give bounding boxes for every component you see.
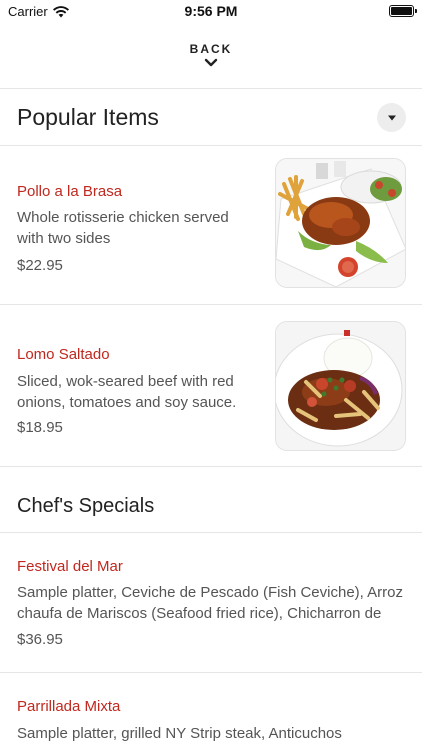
divider <box>0 466 422 467</box>
chicken-dish-image <box>276 159 405 287</box>
back-button[interactable]: BACK <box>0 42 422 68</box>
menu-item-parrillada-mixta[interactable]: Parrillada Mixta Sample platter, grilled… <box>0 673 422 750</box>
section-collapse-button[interactable] <box>377 103 406 132</box>
chevron-down-icon <box>204 58 218 67</box>
item-name: Pollo a la Brasa <box>17 183 123 200</box>
section-title-popular-items: Popular Items <box>17 104 159 130</box>
status-bar: Carrier 9:56 PM <box>0 0 422 24</box>
item-photo-lomo-saltado <box>275 321 406 451</box>
status-time: 9:56 PM <box>184 3 238 19</box>
battery-icon <box>389 5 417 17</box>
menu-item-lomo-saltado[interactable]: Lomo Saltado Sliced, wok-seared beef wit… <box>0 305 422 466</box>
caret-down-icon <box>387 115 396 120</box>
item-name: Festival del Mar <box>17 558 123 575</box>
item-description: Whole rotisserie chicken served with two… <box>17 209 229 247</box>
battery-level <box>391 7 412 15</box>
item-photo-chicken <box>275 158 406 288</box>
battery-cap <box>415 9 417 13</box>
divider <box>0 88 422 89</box>
menu-item-festival-del-mar[interactable]: Festival del Mar Sample platter, Ceviche… <box>0 533 422 672</box>
item-name: Parrillada Mixta <box>17 698 121 715</box>
item-name: Lomo Saltado <box>17 346 110 363</box>
menu-item-pollo-a-la-brasa[interactable]: Pollo a la Brasa Whole rotisserie chicke… <box>0 146 422 304</box>
item-price: $36.95 <box>17 631 63 648</box>
item-description: Sliced, wok-seared beef with red onions,… <box>17 373 237 411</box>
item-price: $18.95 <box>17 419 63 436</box>
back-label: BACK <box>189 42 233 56</box>
item-description: Sample platter, grilled NY Strip steak, … <box>17 725 342 742</box>
item-description: Sample platter, Ceviche de Pescado (Fish… <box>17 584 404 622</box>
item-price: $22.95 <box>17 257 63 274</box>
section-title-chefs-specials: Chef's Specials <box>17 495 155 517</box>
lomo-saltado-image <box>276 322 405 450</box>
